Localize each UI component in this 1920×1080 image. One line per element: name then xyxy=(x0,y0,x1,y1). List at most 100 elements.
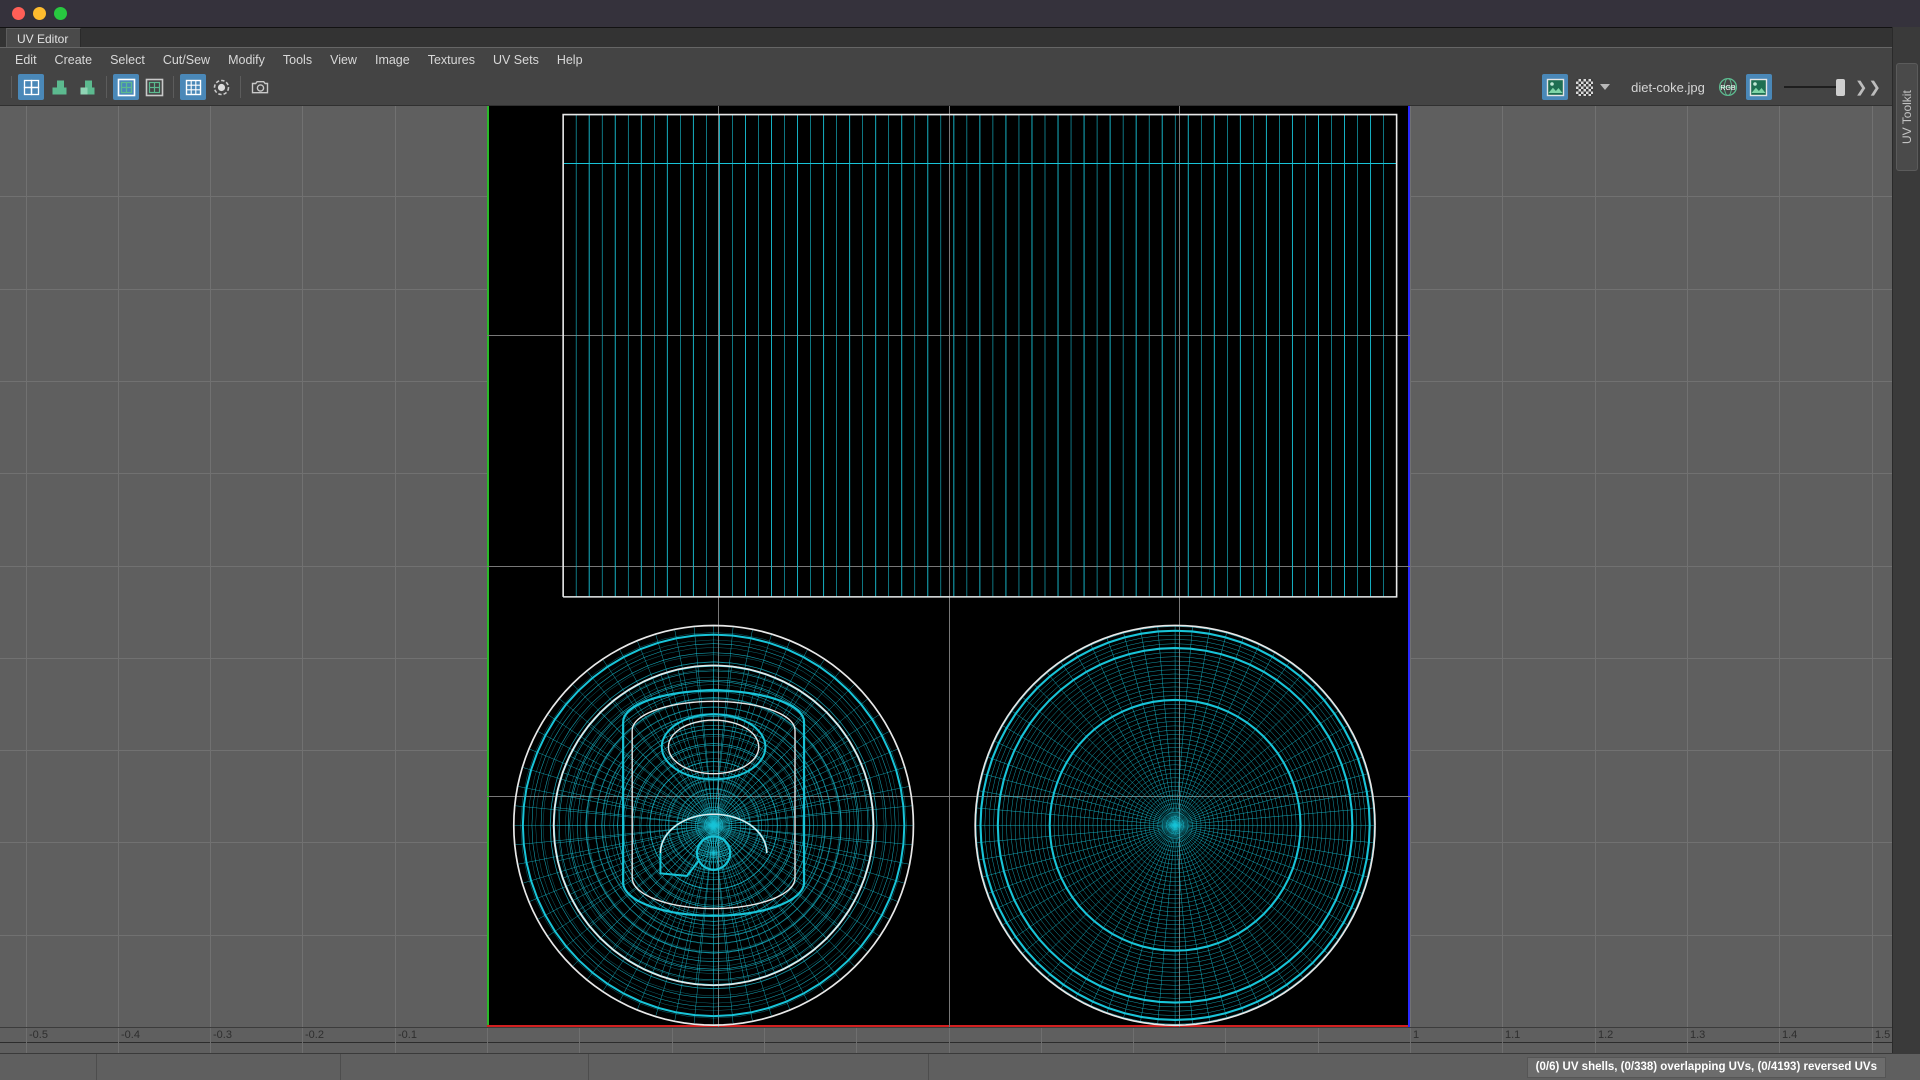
toolbar-divider xyxy=(173,76,174,98)
uv-mesh-wireframe[interactable] xyxy=(487,106,1410,1027)
statusbar-divider xyxy=(340,1054,341,1080)
dim-image-toggle-button[interactable] xyxy=(1745,74,1772,100)
toolbar-divider xyxy=(106,76,107,98)
image-name-label: diet-coke.jpg xyxy=(1631,79,1705,95)
uv-toolkit-panel: UV Toolkit xyxy=(1892,27,1920,1080)
grid-line-vertical xyxy=(395,106,396,1051)
toolbar: diet-coke.jpg RGB ❯❯ xyxy=(0,71,1920,106)
horizontal-ruler[interactable]: -0.5 -0.4 -0.3 -0.2 -0.1 1 1.1 1.2 1.3 1.4 1.5 xyxy=(0,1027,1892,1053)
uv-viewport[interactable] xyxy=(0,106,1892,1051)
image-thumb-icon xyxy=(1546,78,1564,96)
ruler-label: -0.3 xyxy=(213,1029,232,1041)
grid-line-vertical xyxy=(210,106,211,1051)
uv-tile-0-1 xyxy=(487,106,1410,1027)
minimize-button[interactable] xyxy=(33,7,46,20)
grid-line-vertical xyxy=(1410,106,1411,1051)
ruler-tick xyxy=(1133,1028,1134,1053)
ruler-label: -0.4 xyxy=(121,1029,140,1041)
checker-icon[interactable] xyxy=(1576,78,1594,96)
grid-line-vertical xyxy=(26,106,27,1051)
ruler-label: 1.1 xyxy=(1505,1029,1521,1041)
ruler-label: 1 xyxy=(1413,1029,1420,1041)
uv-edge-icon xyxy=(80,80,94,94)
toolbar-divider xyxy=(11,76,12,98)
ruler-tick xyxy=(856,1028,857,1053)
menu-view[interactable]: View xyxy=(321,50,366,70)
window-titlebar xyxy=(0,0,1920,27)
ruler-label: -0.5 xyxy=(29,1029,48,1041)
image-frame-icon xyxy=(145,78,163,96)
ruler-tick xyxy=(949,1028,950,1053)
menu-help[interactable]: Help xyxy=(548,50,592,70)
close-button[interactable] xyxy=(12,7,25,20)
uv-shell-mode-button[interactable] xyxy=(18,74,44,100)
uv-face-icon xyxy=(52,80,66,94)
statusbar-divider xyxy=(928,1054,929,1080)
menu-create[interactable]: Create xyxy=(46,50,102,70)
uv-shell-icon xyxy=(23,79,39,95)
ruler-tick xyxy=(487,1028,488,1053)
ruler-label: 1.5 xyxy=(1875,1029,1891,1041)
ruler-tick xyxy=(1041,1028,1042,1053)
ruler-tick xyxy=(1318,1028,1319,1053)
menu-tools[interactable]: Tools xyxy=(274,50,321,70)
toolbar-divider xyxy=(240,76,241,98)
rgb-icon[interactable]: RGB xyxy=(1718,77,1738,97)
expand-toolbar-icon[interactable]: ❯❯ xyxy=(1855,78,1882,96)
uv-face-mode-button[interactable] xyxy=(46,74,72,100)
uv-edge-mode-button[interactable] xyxy=(74,74,100,100)
grid-line-vertical xyxy=(302,106,303,1051)
snapshot-button[interactable] xyxy=(247,74,273,100)
statusbar-divider xyxy=(588,1054,589,1080)
display-shaded-button[interactable] xyxy=(208,74,234,100)
svg-text:RGB: RGB xyxy=(1720,85,1736,92)
menu-modify[interactable]: Modify xyxy=(219,50,274,70)
grid-line-vertical xyxy=(1872,106,1873,1051)
statusbar: (0/6) UV shells, (0/338) overlapping UVs… xyxy=(0,1053,1920,1080)
ruler-label: 1.3 xyxy=(1690,1029,1706,1041)
uv-toolkit-tab[interactable]: UV Toolkit xyxy=(1896,63,1918,171)
grid-line-vertical xyxy=(1502,106,1503,1051)
image-toggle-button[interactable] xyxy=(1542,74,1569,100)
menubar: Edit Create Select Cut/Sew Modify Tools … xyxy=(0,47,1920,71)
zoom-button[interactable] xyxy=(54,7,67,20)
ruler-baseline xyxy=(0,1042,1892,1043)
grid-line-vertical xyxy=(1779,106,1780,1051)
menu-cut-sew[interactable]: Cut/Sew xyxy=(154,50,219,70)
tab-uv-editor[interactable]: UV Editor xyxy=(6,28,82,48)
toolbar-left-group xyxy=(6,74,274,100)
camera-icon xyxy=(251,80,268,93)
shaded-circle-icon xyxy=(213,79,229,95)
statusbar-divider xyxy=(96,1054,97,1080)
grid-line-vertical xyxy=(118,106,119,1051)
ruler-label: -0.1 xyxy=(398,1029,417,1041)
traffic-lights xyxy=(12,7,67,20)
menu-select[interactable]: Select xyxy=(101,50,154,70)
ruler-label: -0.2 xyxy=(305,1029,324,1041)
ruler-label: 1.4 xyxy=(1782,1029,1798,1041)
menu-edit[interactable]: Edit xyxy=(6,50,46,70)
toolbar-right-group: diet-coke.jpg RGB ❯❯ xyxy=(1541,74,1882,100)
ruler-tick xyxy=(579,1028,580,1053)
uv-editor-window: UV Editor Edit Create Select Cut/Sew Mod… xyxy=(0,0,1920,1080)
image-thumb-icon xyxy=(1750,78,1768,96)
menu-textures[interactable]: Textures xyxy=(419,50,484,70)
texture-border-icon xyxy=(117,78,135,96)
ruler-tick xyxy=(1225,1028,1226,1053)
uv-stats-readout: (0/6) UV shells, (0/338) overlapping UVs… xyxy=(1526,1057,1886,1078)
menu-image[interactable]: Image xyxy=(366,50,419,70)
display-texture-borders-button[interactable] xyxy=(113,74,139,100)
grid-line-vertical xyxy=(1687,106,1688,1051)
ruler-label: 1.2 xyxy=(1598,1029,1614,1041)
dim-image-slider[interactable] xyxy=(1783,78,1845,96)
ruler-tick xyxy=(764,1028,765,1053)
grid-icon xyxy=(185,79,201,95)
chevron-down-icon[interactable] xyxy=(1600,84,1611,90)
slider-knob[interactable] xyxy=(1835,78,1845,96)
display-image-button[interactable] xyxy=(141,74,167,100)
panel-tabstrip: UV Editor xyxy=(0,27,1920,48)
ruler-tick xyxy=(672,1028,673,1053)
menu-uv-sets[interactable]: UV Sets xyxy=(484,50,548,70)
slider-track xyxy=(1783,86,1836,88)
display-grid-button[interactable] xyxy=(180,74,206,100)
